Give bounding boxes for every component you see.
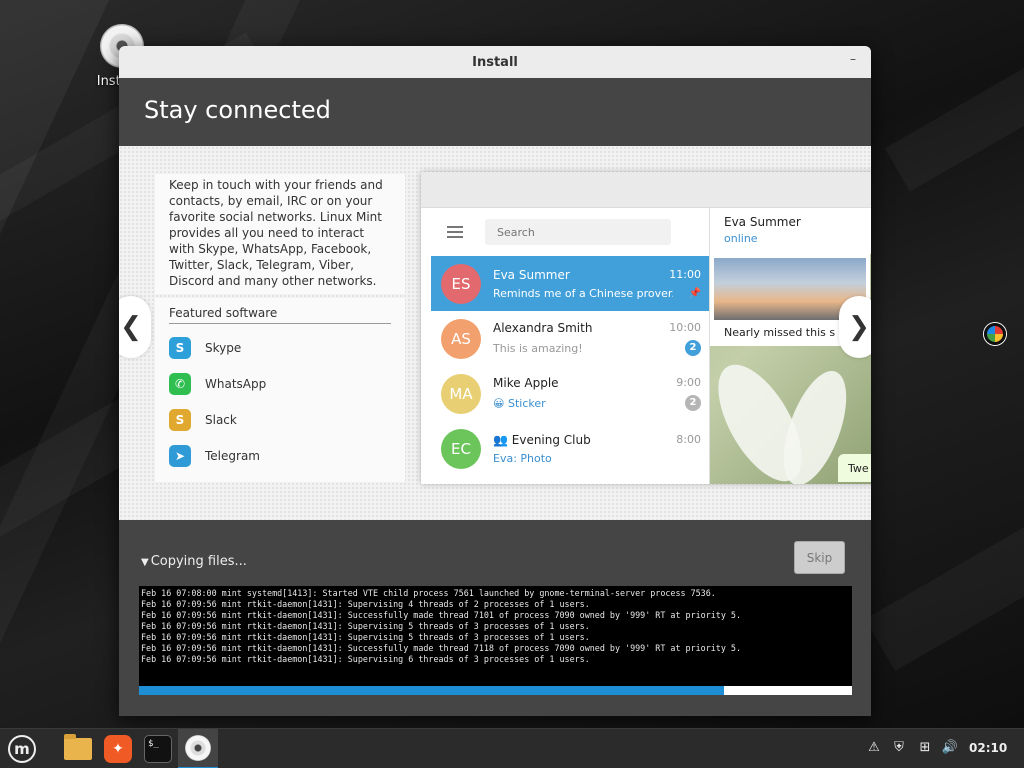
chat-preview: Reminds me of a Chinese prover...: [493, 286, 673, 300]
chevron-left-icon: ❮: [120, 312, 142, 342]
chat-name: Mike Apple: [493, 376, 559, 390]
telegram-screenshot: ES Eva Summer 11:00 Reminds me of a Chine…: [421, 172, 871, 484]
chat-time: 11:00: [669, 267, 701, 281]
contact-name: Eva Summer: [724, 215, 801, 229]
chat-name: Alexandra Smith: [493, 321, 593, 335]
chat-preview: Eva: Photo: [493, 451, 552, 465]
slack-icon: S: [169, 409, 191, 431]
triangle-down-icon: ▼: [141, 557, 149, 568]
log-line: Feb 16 07:09:56 mint rtkit-daemon[1431]:…: [141, 632, 590, 642]
avatar: MA: [441, 373, 481, 414]
next-slide-button[interactable]: ❯: [839, 296, 871, 358]
chat-item: ES Eva Summer 11:00 Reminds me of a Chine…: [431, 256, 709, 311]
conversation-header: Eva Summer online: [710, 208, 871, 254]
chat-item: MA Mike Apple 9:00 😀 Sticker 2: [431, 366, 709, 421]
progress-status: Copying files...: [150, 554, 247, 569]
log-line: Feb 16 07:08:00 mint systemd[1413]: Star…: [141, 588, 716, 598]
avatar: ES: [441, 263, 481, 304]
avatar: EC: [441, 428, 481, 469]
log-line: Feb 16 07:09:56 mint rtkit-daemon[1431]:…: [141, 610, 742, 620]
log-line: Feb 16 07:09:56 mint rtkit-daemon[1431]:…: [141, 599, 590, 609]
slide-title: Stay connected: [144, 96, 331, 124]
previous-slide-button[interactable]: ❮: [119, 296, 151, 358]
telegram-search-row: [431, 208, 709, 256]
avatar: AS: [441, 318, 481, 359]
app-item: ➤ Telegram: [169, 438, 391, 474]
telegram-search-input: [485, 219, 671, 245]
color-picker-icon[interactable]: [984, 323, 1006, 345]
installer-task[interactable]: [178, 729, 218, 768]
unread-badge: 2: [685, 395, 701, 411]
chat-time: 8:00: [676, 432, 701, 446]
app-name: Telegram: [205, 449, 260, 463]
log-output: Feb 16 07:08:00 mint systemd[1413]: Star…: [139, 586, 852, 686]
log-line: Feb 16 07:09:56 mint rtkit-daemon[1431]:…: [141, 643, 742, 653]
chat-preview: 😀 Sticker: [493, 396, 546, 410]
progress-bar-fill: [139, 686, 724, 695]
mint-logo-icon: m: [8, 735, 36, 763]
log-line: Feb 16 07:09:56 mint rtkit-daemon[1431]:…: [141, 621, 590, 631]
terminal-icon: $_: [144, 735, 172, 763]
chevron-right-icon: ❯: [848, 312, 870, 342]
minimize-button[interactable]: –: [845, 52, 861, 68]
menu-icon: [447, 226, 463, 238]
progress-area: ▼ Copying files... Skip Feb 16 07:08:00 m…: [119, 520, 871, 716]
terminal-launcher[interactable]: $_: [138, 729, 178, 768]
shield-icon[interactable]: ⛨: [890, 739, 908, 757]
app-item: S Skype: [169, 330, 391, 366]
chat-time: 9:00: [676, 376, 701, 389]
skip-button[interactable]: Skip: [794, 541, 845, 574]
telegram-titlebar: [421, 172, 871, 208]
volume-icon[interactable]: 🔊: [941, 739, 959, 757]
progress-bar: [139, 686, 852, 695]
chat-item: EC 👥 Evening Club 8:00 Eva: Photo: [431, 421, 709, 476]
files-launcher[interactable]: [58, 729, 98, 768]
log-line: Feb 16 07:09:56 mint rtkit-daemon[1431]:…: [141, 654, 590, 664]
chat-preview: This is amazing!: [493, 341, 583, 355]
pin-icon: 📌: [688, 287, 701, 299]
chat-time: 10:00: [669, 321, 701, 334]
featured-software: Featured software S Skype ✆ WhatsApp S Slac…: [155, 298, 405, 482]
title-bar[interactable]: Install –: [119, 46, 871, 78]
chat-name: 👥 Evening Club: [493, 432, 591, 447]
app-name: Skype: [205, 341, 242, 355]
app-list: S Skype ✆ WhatsApp S Slack ➤ Telegram: [169, 330, 391, 474]
contact-status: online: [724, 232, 758, 245]
slide-description: Keep in touch with your friends and cont…: [155, 174, 405, 294]
clock[interactable]: 02:10: [969, 741, 1007, 755]
description-text: Keep in touch with your friends and cont…: [169, 178, 383, 288]
chat-name: Eva Summer: [493, 267, 570, 282]
update-icon[interactable]: ⚠: [865, 739, 883, 757]
skype-icon: S: [169, 337, 191, 359]
chat-item: AS Alexandra Smith 10:00 This is amazing!…: [431, 311, 709, 366]
app-item: ✆ WhatsApp: [169, 366, 391, 402]
app-item: S Slack: [169, 402, 391, 438]
slide-header: Stay connected: [119, 78, 871, 146]
window-title: Install: [472, 54, 518, 70]
unread-badge: 2: [685, 340, 701, 356]
installer-window: Install – Stay connected Keep in touch w…: [119, 46, 871, 716]
message-bubble: Twe: [838, 454, 871, 482]
app-name: Slack: [205, 413, 237, 427]
whatsapp-icon: ✆: [169, 373, 191, 395]
network-icon[interactable]: ⊞: [916, 739, 934, 757]
telegram-chat-list: ES Eva Summer 11:00 Reminds me of a Chine…: [431, 208, 709, 484]
menu-button[interactable]: m: [2, 729, 42, 768]
featured-title: Featured software: [169, 306, 391, 324]
taskbar: m ✦ $_ ⚠ ⛨ ⊞ 🔊 02:10: [0, 728, 1024, 768]
telegram-icon: ➤: [169, 445, 191, 467]
firefox-icon: ✦: [104, 735, 132, 763]
app-name: WhatsApp: [205, 377, 267, 391]
disc-icon: [185, 735, 211, 761]
firefox-launcher[interactable]: ✦: [98, 729, 138, 768]
slideshow: Keep in touch with your friends and cont…: [119, 146, 871, 520]
folder-icon: [64, 734, 92, 760]
details-expander[interactable]: ▼ Copying files...: [141, 554, 247, 569]
